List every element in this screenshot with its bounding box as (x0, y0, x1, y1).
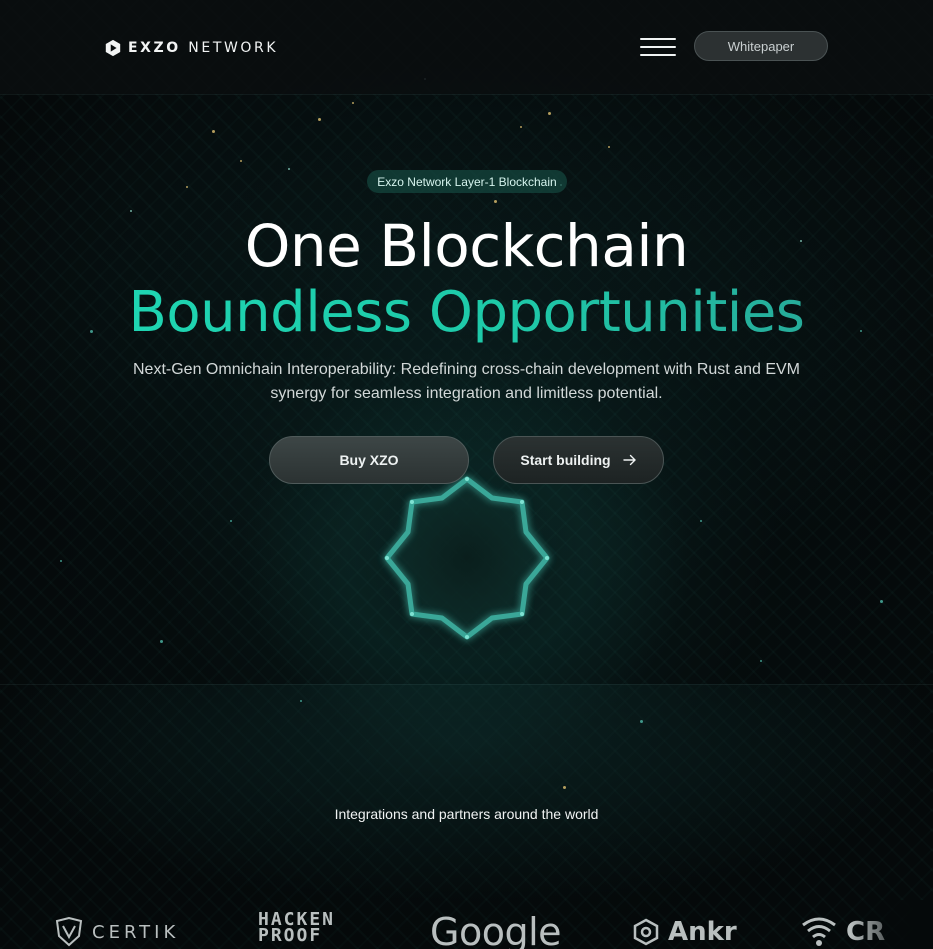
ankr-icon (633, 918, 659, 946)
arrow-right-icon (622, 454, 636, 466)
partner-ankr: Ankr (632, 912, 737, 949)
sparkle-dot (318, 118, 321, 121)
partner-google-label: Google (430, 910, 562, 949)
start-building-label: Start building (520, 452, 611, 468)
certik-shield-icon (55, 917, 83, 947)
sparkle-dot (520, 126, 522, 128)
partners-title: Integrations and partners around the wor… (334, 806, 599, 822)
sparkle-dot (640, 720, 643, 723)
buy-xzo-button[interactable]: Buy XZO (269, 436, 469, 484)
sparkle-dot (352, 102, 354, 104)
exzo-logo-icon (105, 39, 121, 57)
sparkle-dot (288, 168, 290, 170)
hamburger-icon[interactable] (638, 36, 678, 58)
logo-text: EXZO NETWORK (128, 40, 279, 56)
partner-certik-label: CERTIK (92, 921, 180, 943)
sparkle-dot (880, 600, 883, 603)
sparkle-dot (548, 112, 551, 115)
partner-ankr-label: Ankr (668, 917, 737, 947)
hero-badge: Exzo Network Layer-1 Blockchain (367, 170, 567, 193)
site-header: EXZO NETWORK Whitepaper (0, 0, 933, 94)
partners-fade-overlay (850, 900, 933, 949)
start-building-button[interactable]: Start building (493, 436, 664, 484)
section-divider (0, 684, 933, 685)
logo[interactable]: EXZO NETWORK (104, 38, 278, 58)
partner-hackenproof: HACKEN PROOF (258, 911, 335, 949)
sparkle-dot (300, 700, 302, 702)
hero-title-accent: Boundless Opportunities (0, 280, 933, 345)
whitepaper-button[interactable]: Whitepaper (694, 31, 828, 61)
sparkle-dot (760, 660, 762, 662)
header-divider (0, 94, 933, 95)
sparkle-dot (230, 520, 232, 522)
buy-xzo-label: Buy XZO (339, 452, 399, 468)
wifi-shield-icon (802, 917, 836, 946)
sparkle-dot (60, 560, 62, 562)
sparkle-dot (186, 186, 188, 188)
partner-certik: CERTIK (54, 912, 179, 949)
sparkle-dot (700, 520, 702, 522)
sparkle-dot (160, 640, 163, 643)
portal-octagon-graphic (384, 476, 550, 640)
hero-subtitle: Next-Gen Omnichain Interoperability: Red… (133, 361, 800, 402)
sparkle-dot (494, 200, 497, 203)
sparkle-dot (563, 786, 566, 789)
sparkle-dot (608, 146, 610, 148)
sparkle-dot (212, 130, 215, 133)
partner-google: Google (430, 910, 562, 949)
partner-proof-label: PROOF (258, 925, 323, 946)
sparkle-dot (240, 160, 242, 162)
hero-title: One Blockchain (244, 212, 689, 280)
